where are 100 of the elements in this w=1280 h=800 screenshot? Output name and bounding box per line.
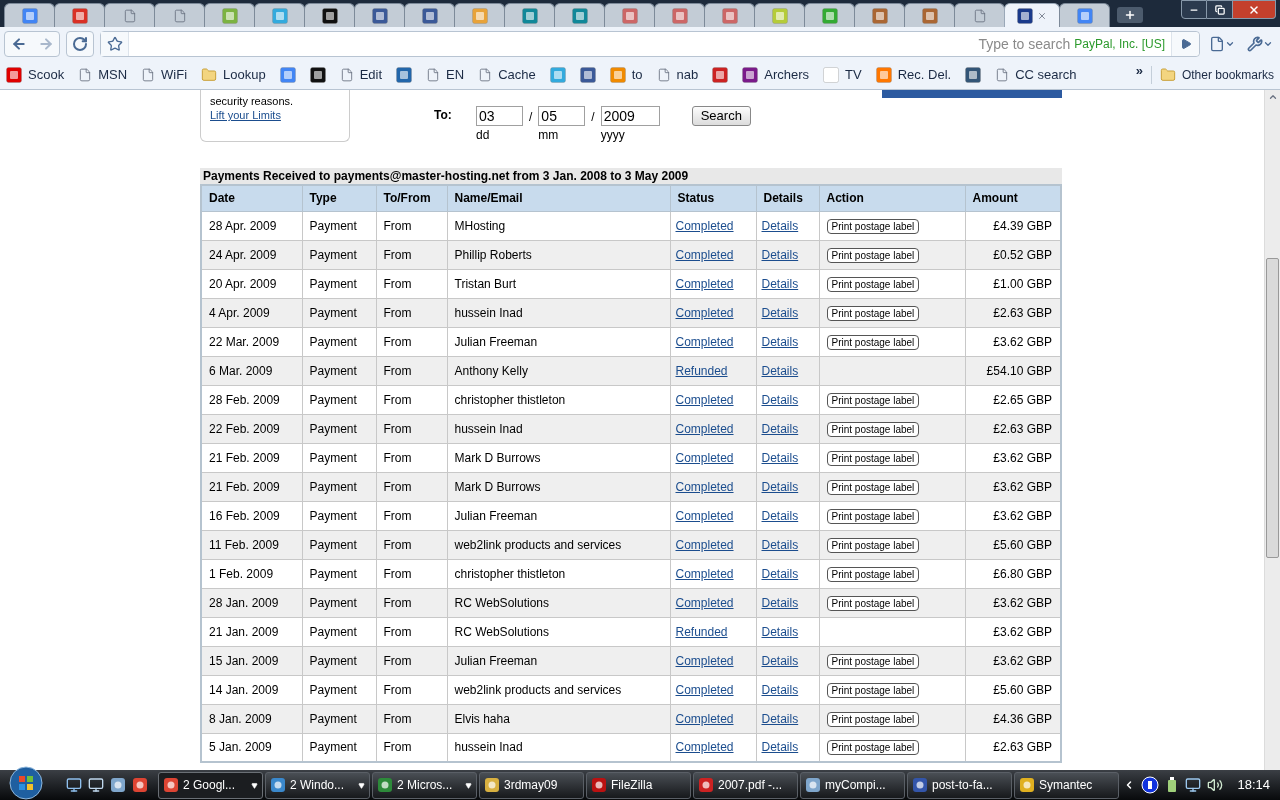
minimize-button[interactable] bbox=[1181, 0, 1207, 19]
site-icon bbox=[821, 7, 838, 24]
bookmark-item[interactable]: EN bbox=[426, 65, 465, 85]
taskbar-button[interactable]: post-to-fa... bbox=[907, 771, 1012, 799]
taskbar-button[interactable]: 2 Googl... bbox=[158, 771, 263, 799]
scrollbar[interactable] bbox=[1264, 90, 1280, 770]
restore-button[interactable] bbox=[1207, 0, 1233, 19]
table-cell: 21 Feb. 2009 bbox=[201, 443, 302, 472]
table-cell: From bbox=[376, 356, 447, 385]
print-label-button[interactable]: Print postage label bbox=[826, 450, 920, 466]
date-field[interactable]: 05 bbox=[538, 106, 586, 126]
reload-button[interactable] bbox=[66, 31, 94, 57]
site-icon bbox=[875, 67, 892, 83]
address-field[interactable]: Type to search bbox=[129, 33, 1075, 55]
site-icon bbox=[1076, 7, 1093, 24]
other-bookmarks-item[interactable]: Other bookmarks bbox=[1150, 66, 1274, 84]
table-cell: From bbox=[376, 240, 447, 269]
date-field[interactable]: 2009 bbox=[600, 106, 660, 126]
site-icon bbox=[396, 67, 413, 83]
site-icon bbox=[671, 7, 688, 24]
app-icon bbox=[912, 777, 928, 793]
bookmark-item[interactable]: nab bbox=[656, 65, 699, 85]
table-cell: From bbox=[376, 385, 447, 414]
volume-icon[interactable] bbox=[1207, 777, 1224, 793]
taskbar-button[interactable]: 2 Micros... bbox=[372, 771, 477, 799]
go-icon[interactable] bbox=[1179, 38, 1192, 50]
print-label-button[interactable]: Print postage label bbox=[826, 305, 920, 321]
print-label-button[interactable]: Print postage label bbox=[826, 392, 920, 408]
bookmark-item[interactable] bbox=[309, 67, 326, 83]
bookmark-item[interactable]: Edit bbox=[339, 65, 383, 85]
caret-icon bbox=[465, 781, 472, 789]
address-bar[interactable]: Type to search PayPal, Inc. [US] bbox=[100, 31, 1200, 57]
table-cell: Payment bbox=[302, 704, 376, 733]
bookmark-item[interactable]: MSN bbox=[78, 65, 128, 85]
search-button[interactable]: Search bbox=[691, 106, 751, 126]
bookmark-item[interactable] bbox=[965, 67, 982, 83]
clock[interactable]: 18:14 bbox=[1237, 775, 1270, 795]
print-label-button[interactable]: Print postage label bbox=[826, 682, 920, 698]
app-icon bbox=[110, 777, 126, 793]
table-cell: hussein Inad bbox=[447, 414, 670, 443]
date-separator: / bbox=[529, 109, 533, 126]
table-cell: 11 Feb. 2009 bbox=[201, 530, 302, 559]
bookmark-item[interactable]: to bbox=[609, 65, 643, 85]
date-hint: mm bbox=[538, 127, 560, 144]
forward-arrow-icon bbox=[37, 36, 54, 52]
print-label-button[interactable]: Print postage label bbox=[826, 595, 920, 611]
date-field[interactable]: 03 bbox=[476, 106, 523, 126]
close-icon bbox=[1248, 3, 1260, 16]
table-cell: From bbox=[376, 414, 447, 443]
taskbar-button[interactable]: FileZilla bbox=[586, 771, 691, 799]
reload-icon bbox=[72, 36, 88, 52]
taskbar-button[interactable]: Symantec bbox=[1014, 771, 1119, 799]
bookmark-item[interactable]: CC search bbox=[995, 65, 1077, 85]
site-icon bbox=[309, 67, 326, 83]
taskbar-button[interactable]: myCompi... bbox=[800, 771, 905, 799]
print-label-button[interactable]: Print postage label bbox=[826, 653, 920, 669]
bookmark-item[interactable] bbox=[579, 67, 596, 83]
lift-limits-link[interactable]: Lift your Limits bbox=[210, 109, 281, 121]
close-icon[interactable] bbox=[1037, 10, 1047, 21]
print-label-button[interactable]: Print postage label bbox=[826, 508, 920, 524]
column-header: Status bbox=[670, 185, 756, 211]
print-label-button[interactable]: Print postage label bbox=[826, 247, 920, 263]
print-label-button[interactable]: Print postage label bbox=[826, 537, 920, 553]
print-label-button[interactable]: Print postage label bbox=[826, 740, 920, 756]
desktop-icon[interactable] bbox=[66, 777, 82, 793]
bookmark-item[interactable]: Rec. Del. bbox=[875, 65, 952, 85]
print-label-button[interactable]: Print postage label bbox=[826, 566, 920, 582]
folder-icon bbox=[1159, 67, 1176, 83]
taskbar-button[interactable]: 2007.pdf -... bbox=[693, 771, 798, 799]
print-label-button[interactable]: Print postage label bbox=[826, 218, 920, 234]
print-label-button[interactable]: Print postage label bbox=[826, 421, 920, 437]
scrollbar-thumb[interactable] bbox=[1266, 258, 1279, 558]
start-orb-icon[interactable] bbox=[6, 766, 46, 800]
browser-tab[interactable] bbox=[304, 3, 355, 27]
bookmark-item[interactable]: Scook bbox=[6, 65, 65, 85]
date-separator: / bbox=[591, 109, 595, 126]
window-switch-icon[interactable] bbox=[88, 777, 104, 793]
taskbar-button[interactable]: 2 Windo... bbox=[265, 771, 370, 799]
print-label-button[interactable]: Print postage label bbox=[826, 276, 920, 292]
table-cell: Payment bbox=[302, 211, 376, 240]
scroll-up-icon[interactable] bbox=[1267, 92, 1278, 102]
browser-tab[interactable] bbox=[1004, 3, 1060, 27]
new-tab-button[interactable] bbox=[1117, 7, 1143, 23]
table-cell: 22 Mar. 2009 bbox=[201, 327, 302, 356]
bookmark-item[interactable]: Archers bbox=[742, 65, 810, 85]
table-cell: Payment bbox=[302, 530, 376, 559]
site-icon bbox=[712, 67, 729, 83]
table-cell: 20 Apr. 2009 bbox=[201, 269, 302, 298]
bookmark-item[interactable]: Lookup bbox=[201, 65, 266, 85]
bookmark-item[interactable]: TV bbox=[823, 65, 862, 85]
print-label-button[interactable]: Print postage label bbox=[826, 334, 920, 350]
network-icon[interactable] bbox=[1185, 777, 1202, 793]
bookmark-item[interactable]: WiFi bbox=[141, 65, 188, 85]
bookmark-item[interactable]: Cache bbox=[478, 65, 536, 85]
more-bookmarks-button[interactable]: » bbox=[1127, 61, 1151, 81]
taskbar-button[interactable]: 3rdmay09 bbox=[479, 771, 584, 799]
print-label-button[interactable]: Print postage label bbox=[826, 479, 920, 495]
print-label-button[interactable]: Print postage label bbox=[826, 711, 920, 727]
bookmark-star-icon[interactable] bbox=[106, 36, 123, 52]
circle-icon[interactable] bbox=[1141, 776, 1160, 794]
